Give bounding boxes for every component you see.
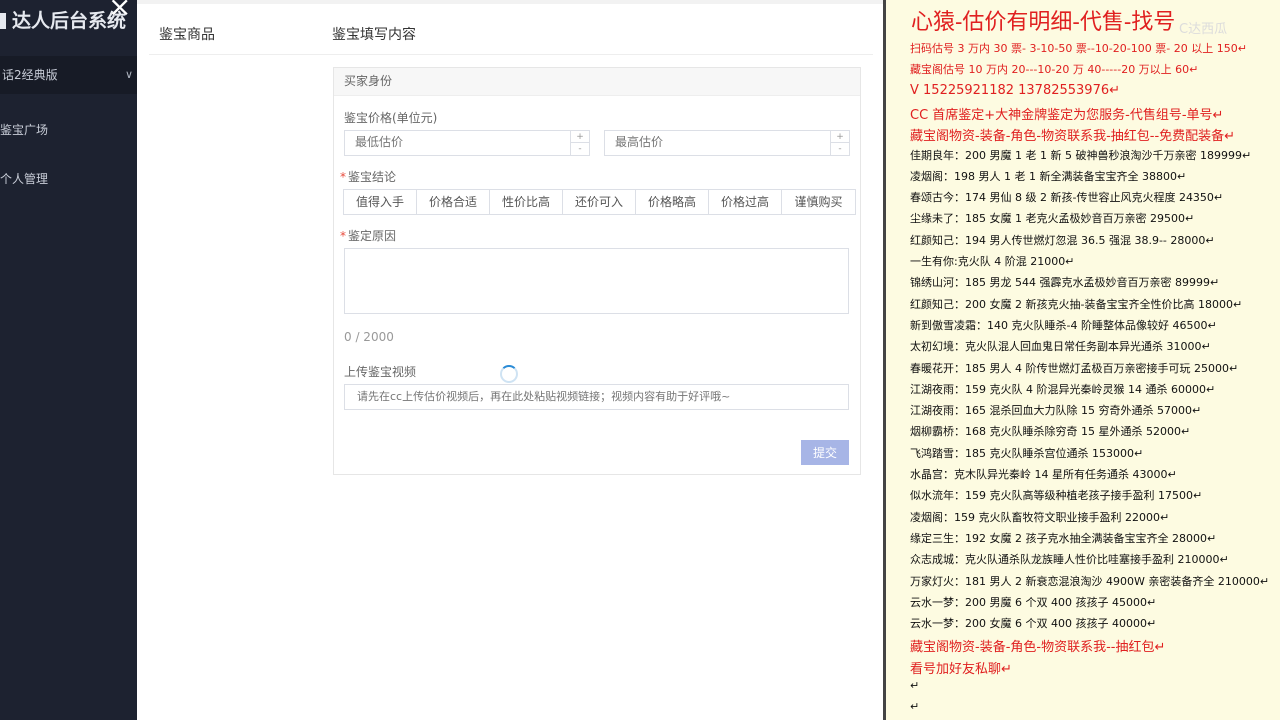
price-label: 鉴宝价格(单位元) [344, 111, 438, 125]
sidebar-item-label: 鉴宝广场 [0, 123, 49, 137]
info-line: 太初幻境：克火队混人回血鬼日常任务副本异光通杀 31000↵ [910, 340, 1211, 354]
info-line: 烟柳霸桥：168 克火队睡杀除穷奇 15 星外通杀 52000↵ [910, 425, 1191, 439]
version-selector[interactable]: 话2经典版 ∨ [0, 56, 137, 94]
conclusion-option[interactable]: 值得入手 [343, 189, 417, 215]
required-mark: * [340, 170, 346, 184]
info-line: 佳期良年：200 男魔 1 老 1 新 5 破神兽秒浪淘沙千万亲密 189999… [910, 148, 1252, 162]
info-line: 万家灯火：181 男人 2 新衰恋混浪淘沙 4900W 亲密装备齐全 21000… [910, 574, 1270, 588]
chevron-down-icon: ∨ [124, 68, 133, 81]
required-mark: * [340, 229, 346, 243]
appraisal-form-card: 买家身份 鉴宝价格(单位元) +- +- *鉴宝结论 值得入手 价格合适 性价比… [333, 67, 861, 475]
char-counter: 0 / 2000 [344, 330, 394, 344]
info-line: 春颂古今：174 男仙 8 级 2 新孩-传世容止风克火程度 24350↵ [910, 191, 1224, 205]
logo-icon [0, 13, 6, 29]
info-panel: 心猿-估价有明细-代售-找号 C达西瓜 扫码估号 3 万内 30 票- 3-10… [883, 0, 1280, 720]
watermark: C达西瓜 [1179, 22, 1228, 37]
info-line: ↵ [910, 679, 920, 692]
video-label: 上传鉴宝视频 [344, 365, 417, 379]
max-price-stepper[interactable]: + - [830, 131, 849, 155]
increment-icon[interactable]: + [831, 131, 849, 143]
sidebar-item-personal[interactable]: 个人管理 [0, 170, 48, 187]
video-link-field[interactable] [344, 384, 849, 410]
info-line: 春暖花开：185 男人 4 阶传世燃灯孟极百万亲密接手可玩 25000↵ [910, 361, 1239, 375]
info-line: ↵ [910, 700, 920, 714]
video-link-input[interactable] [345, 385, 849, 408]
info-line: 云水一梦：200 男魔 6 个双 400 孩孩子 45000↵ [910, 595, 1157, 609]
max-price-field[interactable]: +- [604, 130, 850, 156]
decrement-icon[interactable]: - [831, 143, 849, 155]
info-line: CC 首席鉴定+大神金牌鉴定为您服务-代售组号-单号↵ [910, 107, 1224, 123]
card-header: 买家身份 [334, 68, 860, 96]
sidebar-item-label: 个人管理 [0, 172, 49, 186]
reason-label-text: 鉴定原因 [348, 229, 397, 243]
info-line: 红颜知己：194 男人传世燃灯忽混 36.5 强混 38.9-- 28000↵ [910, 233, 1215, 247]
info-line: 江湖夜雨：165 混杀回血大力队除 15 穷奇外通杀 57000↵ [910, 404, 1202, 418]
increment-icon[interactable]: + [571, 131, 589, 143]
info-line: 凌烟阁：198 男人 1 老 1 新全满装备宝宝齐全 38800↵ [910, 169, 1187, 183]
info-line: 新到傲雪凌霜：140 克火队睡杀-4 阶睡整体品像较好 46500↵ [910, 318, 1217, 332]
info-line: 红颜知己：200 女魔 2 新孩克火抽-装备宝宝齐全性价比高 18000↵ [910, 297, 1243, 311]
info-line: V 15225921182 13782553976↵ [910, 82, 1121, 98]
conclusion-label: * 鉴宝结论 [340, 168, 396, 185]
info-line: 江湖夜雨：159 克火队 4 阶混异光秦岭灵猴 14 通杀 60000↵ [910, 382, 1216, 396]
min-price-field[interactable]: +- [344, 130, 590, 156]
sidebar-item-appraisal-square[interactable]: 鉴宝广场 [0, 121, 48, 138]
divider [149, 54, 873, 55]
conclusion-option[interactable]: 价格略高 [635, 189, 709, 215]
info-line: 一生有你:克火队 4 阶混 21000↵ [910, 255, 1075, 268]
info-title: 心猿-估价有明细-代售-找号 [911, 10, 1176, 35]
conclusion-option[interactable]: 价格合适 [416, 189, 490, 215]
info-line: 似水流年：159 克火队高等级种植老孩子接手盈利 17500↵ [910, 489, 1203, 503]
info-line: 锦绣山河：185 男龙 544 强霹克水孟极妙音百万亲密 89999↵ [910, 276, 1220, 290]
submit-button[interactable]: 提交 [801, 440, 849, 465]
tab-goods[interactable]: 鉴宝商品 [159, 24, 215, 44]
loading-spinner-icon [500, 365, 518, 383]
version-label: 话2经典版 [2, 68, 58, 82]
conclusion-option[interactable]: 还价可入 [562, 189, 636, 215]
appraisal-dialog: 鉴宝商品 鉴宝填写内容 买家身份 鉴宝价格(单位元) +- +- *鉴宝结论 值… [137, 0, 883, 720]
card-header-label: 买家身份 [344, 74, 393, 88]
conclusion-option[interactable]: 性价比高 [489, 189, 563, 215]
reason-label: * 鉴定原因 [340, 227, 396, 244]
info-line: 藏宝阁估号 10 万内 20---10-20 万 40-----20 万以上 6… [910, 63, 1199, 77]
conclusion-label-text: 鉴宝结论 [348, 170, 397, 184]
info-line: 众志成城：克火队通杀队龙族睡人性价比哇塞接手盈利 210000↵ [910, 553, 1229, 567]
min-price-stepper[interactable]: + - [570, 131, 589, 155]
tab-content[interactable]: 鉴宝填写内容 [332, 24, 416, 44]
dialog-top-bar [137, 0, 883, 4]
info-line: 看号加好友私聊↵ [910, 661, 1012, 677]
conclusion-option[interactable]: 价格过高 [708, 189, 782, 215]
info-line: 云水一梦：200 女魔 6 个双 400 孩孩子 40000↵ [910, 617, 1157, 631]
info-line: 缘定三生：192 女魔 2 孩子克水抽全满装备宝宝齐全 28000↵ [910, 531, 1217, 545]
conclusion-options: 值得入手 价格合适 性价比高 还价可入 价格略高 价格过高 谨慎购买 [343, 189, 856, 215]
info-line: 扫码估号 3 万内 30 票- 3-10-50 票--10-20-100 票- … [910, 42, 1247, 55]
sidebar: 达人后台系统 话2经典版 ∨ 鉴宝广场 个人管理 [0, 0, 137, 720]
info-line: 藏宝阁物资-装备-角色-物资联系我--抽红包↵ [910, 640, 1166, 656]
reason-textarea[interactable] [344, 248, 849, 314]
info-line: 藏宝阁物资-装备-角色-物资联系我-抽红包--免费配装备↵ [910, 129, 1236, 145]
conclusion-option[interactable]: 谨慎购买 [781, 189, 856, 215]
info-line: 尘缘未了：185 女魔 1 老克火孟极妙音百万亲密 29500↵ [910, 212, 1195, 226]
info-line: 水晶宫：克木队异光秦岭 14 星所有任务通杀 43000↵ [910, 468, 1177, 481]
decrement-icon[interactable]: - [571, 143, 589, 155]
max-price-input[interactable] [605, 131, 835, 153]
min-price-input[interactable] [345, 131, 575, 153]
info-line: 飞鸿踏雪：185 克火队睡杀宫位通杀 153000↵ [910, 446, 1144, 460]
close-icon[interactable]: × [108, 0, 131, 23]
info-line: 凌烟阁：159 克火队畜牧符文职业接手盈利 22000↵ [910, 510, 1170, 524]
